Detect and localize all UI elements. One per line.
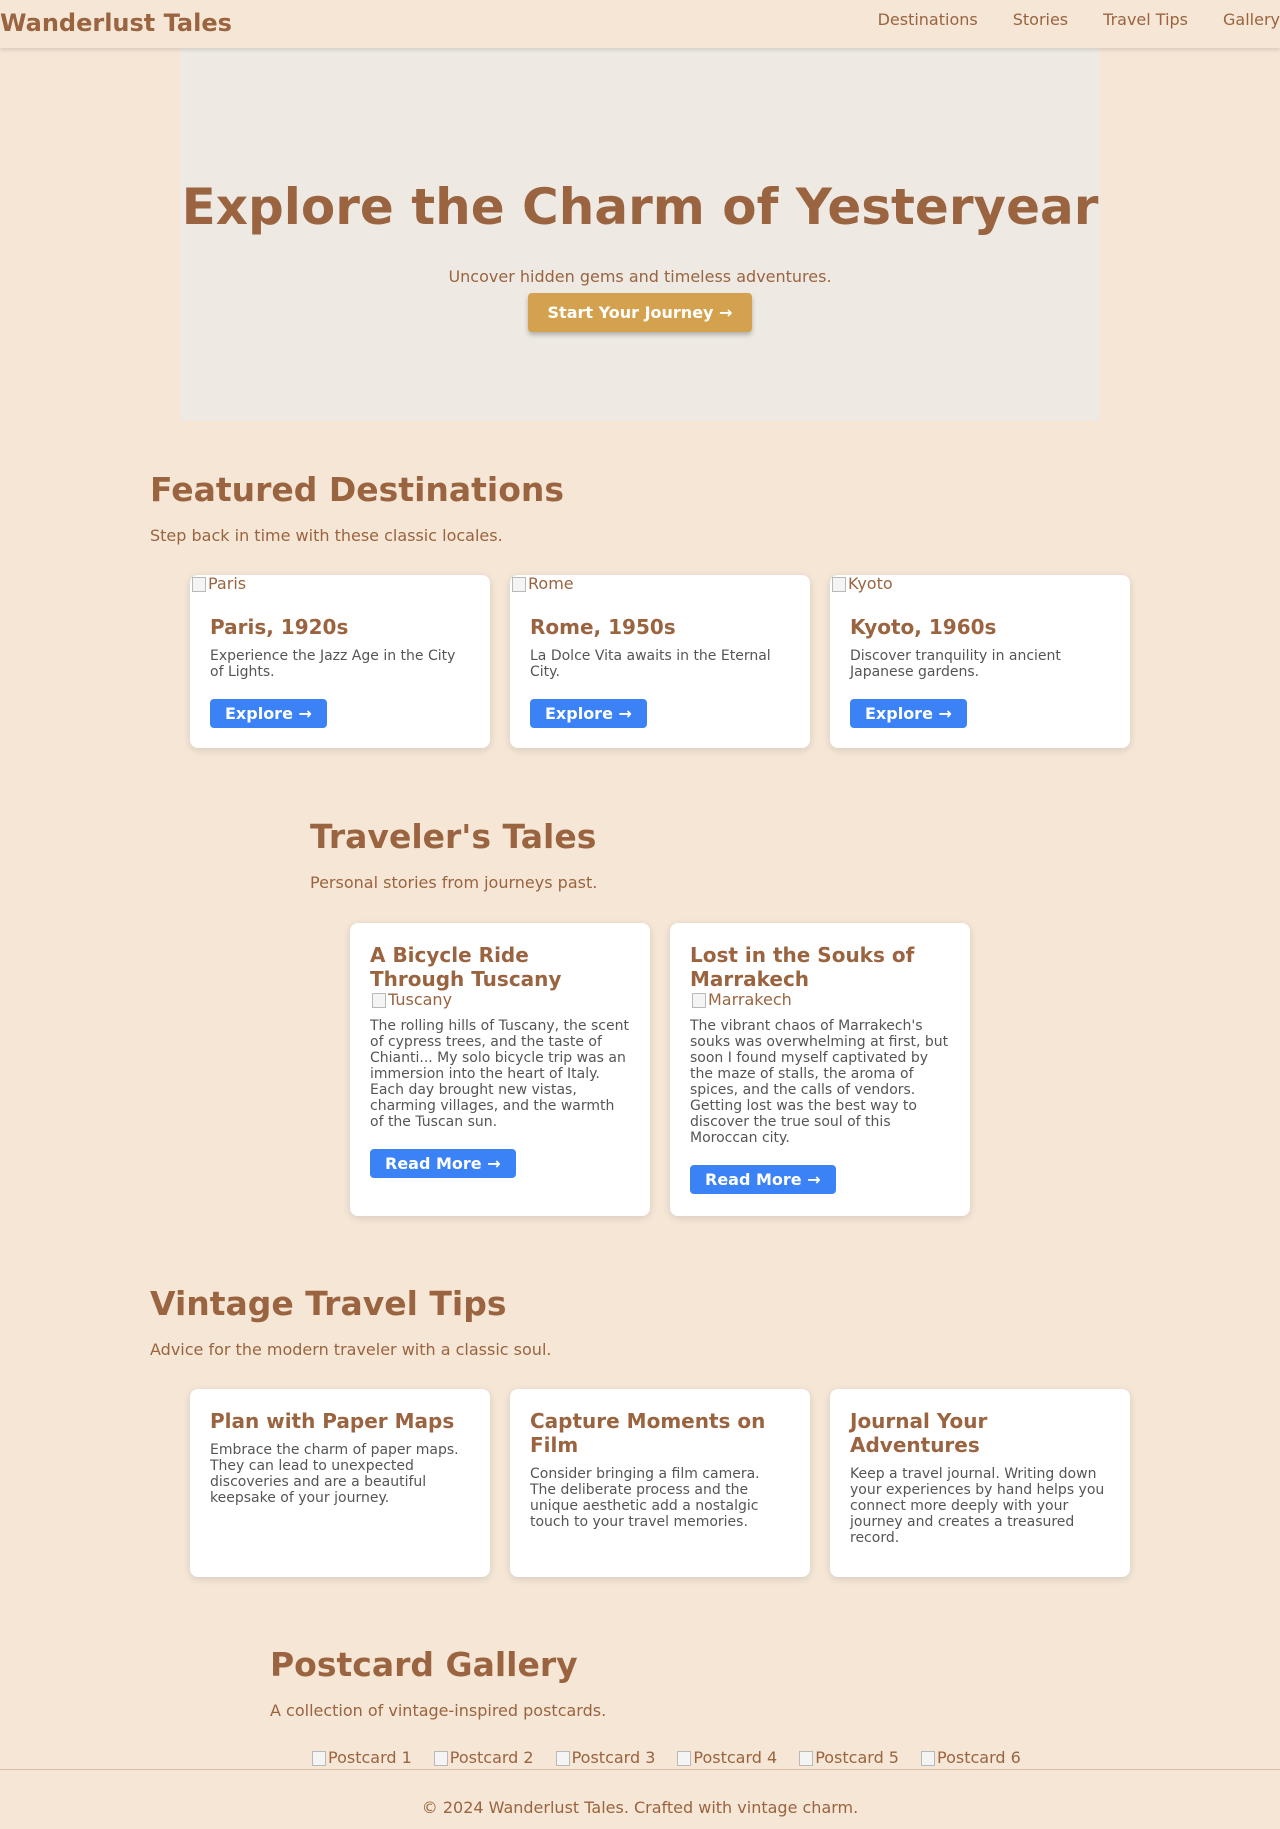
read-more-button[interactable]: Read More → xyxy=(370,1149,516,1178)
destination-image: Kyoto xyxy=(830,575,1130,593)
destination-image: Rome xyxy=(510,575,810,593)
story-text: The rolling hills of Tuscany, the scent … xyxy=(370,1018,629,1130)
destination-text: Discover tranquility in ancient Japanese… xyxy=(850,648,1061,680)
gallery-subtitle: A collection of vintage-inspired postcar… xyxy=(270,1701,607,1720)
nav-link-travel-tips[interactable]: Travel Tips xyxy=(1103,10,1188,29)
footer-text: © 2024 Wanderlust Tales. Crafted with vi… xyxy=(421,1798,859,1817)
destination-card-kyoto: Kyoto Kyoto, 1960s Discover tranquility … xyxy=(830,575,1130,748)
destination-text: La Dolce Vita awaits in the Eternal City… xyxy=(530,648,771,680)
postcard-gallery: Postcard 1 Postcard 2 Postcard 3 Postcar… xyxy=(310,1749,1041,1767)
tip-title: Journal Your Adventures xyxy=(850,1409,988,1457)
read-more-button[interactable]: Read More → xyxy=(690,1165,836,1194)
destination-title: Kyoto, 1960s xyxy=(850,615,997,639)
explore-button[interactable]: Explore → xyxy=(210,699,327,728)
tip-text: Keep a travel journal. Writing down your… xyxy=(850,1466,1105,1546)
navbar: Wanderlust Tales Destinations Stories Tr… xyxy=(0,0,1280,48)
destination-text: Experience the Jazz Age in the City of L… xyxy=(210,648,456,680)
nav-links: Destinations Stories Travel Tips Gallery xyxy=(843,10,1280,29)
brand-logo[interactable]: Wanderlust Tales xyxy=(0,9,232,37)
story-text: The vibrant chaos of Marrakech's souks w… xyxy=(690,1018,949,1146)
postcard-image[interactable]: Postcard 5 xyxy=(797,1749,899,1767)
tip-card-film: Capture Moments on Film Consider bringin… xyxy=(510,1389,810,1577)
destinations-title: Featured Destinations xyxy=(150,470,565,509)
destination-card-paris: Paris Paris, 1920s Experience the Jazz A… xyxy=(190,575,490,748)
destination-title: Rome, 1950s xyxy=(530,615,676,639)
postcard-image[interactable]: Postcard 6 xyxy=(919,1749,1021,1767)
tips-subtitle: Advice for the modern traveler with a cl… xyxy=(150,1340,552,1359)
tip-text: Consider bringing a film camera. The del… xyxy=(530,1466,760,1530)
story-image: Tuscany xyxy=(370,991,630,1009)
tip-card-journal: Journal Your Adventures Keep a travel jo… xyxy=(830,1389,1130,1577)
explore-button[interactable]: Explore → xyxy=(850,699,967,728)
postcard-image[interactable]: Postcard 3 xyxy=(554,1749,655,1767)
hero-subtitle: Uncover hidden gems and timeless adventu… xyxy=(448,267,832,286)
postcard-image[interactable]: Postcard 4 xyxy=(675,1749,777,1767)
footer: © 2024 Wanderlust Tales. Crafted with vi… xyxy=(0,1769,1280,1829)
destination-card-rome: Rome Rome, 1950s La Dolce Vita awaits in… xyxy=(510,575,810,748)
tip-card-paper-maps: Plan with Paper Maps Embrace the charm o… xyxy=(190,1389,490,1577)
destination-title: Paris, 1920s xyxy=(210,615,349,639)
destinations-subtitle: Step back in time with these classic loc… xyxy=(150,526,503,545)
tip-text: Embrace the charm of paper maps. They ca… xyxy=(210,1442,459,1506)
story-title: Lost in the Souks of Marrakech xyxy=(690,943,915,991)
story-title: A Bicycle Ride Through Tuscany xyxy=(370,943,562,991)
postcard-image[interactable]: Postcard 2 xyxy=(432,1749,534,1767)
story-card-tuscany: A Bicycle Ride Through Tuscany Tuscany T… xyxy=(350,923,650,1216)
tip-title: Capture Moments on Film xyxy=(530,1409,766,1457)
destination-image: Paris xyxy=(190,575,490,593)
hero-title: Explore the Charm of Yesteryear xyxy=(181,178,1099,236)
tips-title: Vintage Travel Tips xyxy=(150,1284,507,1323)
start-journey-button[interactable]: Start Your Journey → xyxy=(528,293,752,332)
nav-link-gallery[interactable]: Gallery xyxy=(1223,10,1280,29)
explore-button[interactable]: Explore → xyxy=(530,699,647,728)
tip-title: Plan with Paper Maps xyxy=(210,1409,455,1433)
gallery-title: Postcard Gallery xyxy=(270,1645,578,1684)
nav-link-destinations[interactable]: Destinations xyxy=(878,10,978,29)
stories-title: Traveler's Tales xyxy=(310,817,597,856)
story-image: Marrakech xyxy=(690,991,950,1009)
stories-subtitle: Personal stories from journeys past. xyxy=(310,873,598,892)
nav-link-stories[interactable]: Stories xyxy=(1013,10,1068,29)
postcard-image[interactable]: Postcard 1 xyxy=(310,1749,412,1767)
story-card-marrakech: Lost in the Souks of Marrakech Marrakech… xyxy=(670,923,970,1216)
hero-section: Explore the Charm of Yesteryear Uncover … xyxy=(180,48,1100,421)
